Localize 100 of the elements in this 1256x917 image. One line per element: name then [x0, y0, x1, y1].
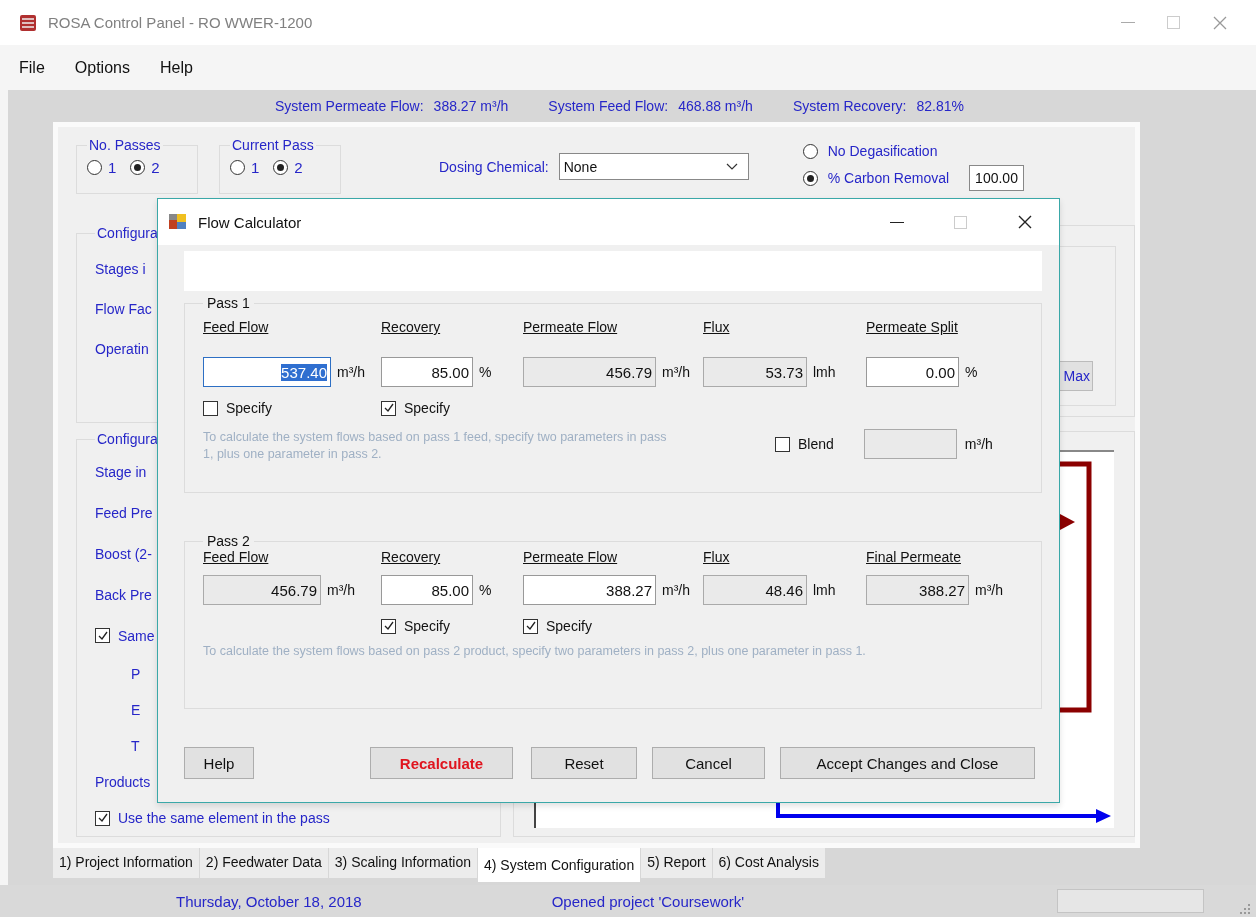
radio-label: 1 [108, 159, 117, 176]
checkbox[interactable] [523, 618, 538, 634]
value-field: 48.46 [703, 575, 807, 605]
unit-label: m³/h [964, 436, 993, 452]
unit-label: lmh [813, 582, 836, 598]
radio-button[interactable] [273, 160, 289, 175]
value-field[interactable]: 85.00 [381, 357, 473, 387]
column-heading: Permeate Flow [523, 549, 618, 565]
unit-label: m³/h [662, 364, 690, 380]
unit-label: m³/h [975, 582, 1003, 598]
dialog-button[interactable]: Accept Changes and Close [780, 747, 1035, 779]
chevron-down-icon [725, 162, 738, 171]
hint-text: To calculate the system flows based on pass 1 feed, specify two parameters in pass 1, plus one parameter in pass 2. [203, 429, 668, 463]
checkbox[interactable] [95, 810, 110, 826]
group-title: Current Pass [231, 137, 315, 153]
radio-button[interactable] [87, 160, 102, 175]
group-title: Configura [96, 225, 159, 241]
value-field[interactable]: 0.00 [866, 357, 959, 387]
field-label: Stage in [95, 463, 147, 480]
value-field[interactable]: 388.27 [523, 575, 656, 605]
dosing-dropdown[interactable]: None [558, 153, 749, 180]
value-field[interactable]: 100.00 [969, 165, 1024, 191]
field-label: Products [95, 774, 151, 790]
tab[interactable]: 6) Cost Analysis [712, 848, 826, 878]
field-label: E [131, 702, 141, 718]
checkbox[interactable] [775, 436, 790, 452]
summary-label: System Recovery: [792, 98, 907, 114]
status-date: Thursday, October 18, 2018 [176, 892, 362, 910]
checkbox-label: Specify [404, 400, 450, 416]
field-label: Operatin [95, 341, 149, 357]
checkbox[interactable] [95, 628, 110, 643]
app-icon [18, 12, 38, 33]
field-label: Flow Fac [95, 301, 152, 317]
field-label: Feed Pre [95, 504, 153, 521]
checkbox-label: Blend [798, 436, 834, 452]
value-field: 456.79 [523, 357, 656, 387]
value-field: 456.79 [203, 575, 321, 605]
group-title: No. Passes [88, 137, 162, 153]
radio-label: % Carbon Removal [827, 170, 950, 186]
tab[interactable]: 1) Project Information [53, 848, 200, 878]
close-button[interactable] [1017, 214, 1033, 230]
unit-label: % [965, 364, 978, 380]
column-heading: Feed Flow [203, 549, 269, 565]
column-heading: Final Permeate [866, 549, 961, 565]
checkbox-label: Specify [404, 618, 450, 634]
tab[interactable]: 3) Scaling Information [328, 848, 478, 878]
hint-text: To calculate the system flows based on pass 2 product, specify two parameters in pass 2, plus one parameter in pass 1. [203, 643, 867, 660]
column-heading: Recovery [381, 549, 441, 565]
checkbox[interactable] [381, 618, 396, 634]
value-field[interactable]: 537.40 [203, 357, 331, 387]
radio-button[interactable] [230, 160, 245, 175]
checkbox-label: Same [118, 627, 155, 644]
calculator-icon [168, 213, 188, 231]
checkbox[interactable] [381, 400, 396, 416]
menu-item[interactable]: Help [156, 56, 196, 79]
unit-label: % [479, 364, 492, 380]
unit-label: m³/h [327, 582, 355, 598]
unit-label: m³/h [662, 582, 690, 598]
column-heading: Permeate Flow [523, 319, 618, 335]
radio-label: 2 [294, 159, 303, 176]
tab[interactable]: 4) System Configuration [478, 848, 642, 882]
group-title: Pass 2 [206, 533, 251, 549]
value-field: 53.73 [703, 357, 807, 387]
radio-label: 2 [151, 159, 160, 176]
dialog-title: Flow Calculator [198, 213, 302, 231]
field-label: Stages i [95, 261, 146, 277]
summary-value: 468.88 m³/h [678, 98, 753, 114]
group-title: Pass 1 [206, 295, 251, 311]
field-label: T [131, 738, 140, 754]
menu-item[interactable]: File [16, 56, 48, 79]
group-title: Configura [96, 431, 159, 447]
column-heading: Flux [703, 549, 730, 565]
value-field: 388.27 [866, 575, 969, 605]
column-heading: Permeate Split [866, 319, 958, 335]
radio-label: No Degasification [827, 143, 938, 159]
radio-button[interactable] [130, 160, 146, 175]
radio-button[interactable] [802, 143, 818, 159]
field-label: Back Pre [95, 586, 152, 603]
dialog-button[interactable]: Help [184, 747, 254, 779]
column-heading: Recovery [381, 319, 441, 335]
dialog-button[interactable]: Reset [531, 747, 637, 779]
minimize-button[interactable] [890, 221, 904, 223]
menu-item[interactable]: Options [71, 56, 133, 79]
checkbox[interactable] [203, 400, 218, 416]
summary-label: System Feed Flow: [548, 98, 669, 114]
dialog-button[interactable]: Cancel [652, 747, 765, 779]
dialog-button[interactable]: Recalculate [370, 747, 513, 779]
checkbox-label: Specify [226, 400, 272, 416]
resize-grip-icon [1240, 904, 1250, 914]
field-label: Dosing Chemical: [439, 158, 549, 175]
tab[interactable]: 2) Feedwater Data [199, 848, 329, 878]
value-field[interactable]: 85.00 [381, 575, 473, 605]
unit-label: % [479, 582, 492, 598]
radio-button[interactable] [802, 170, 818, 186]
window-title: ROSA Control Panel - RO WWER-1200 [48, 14, 313, 31]
unit-label: lmh [813, 364, 836, 380]
tab[interactable]: 5) Report [641, 848, 713, 878]
summary-value: 82.81% [916, 98, 964, 114]
field-label: P [131, 666, 141, 682]
field-label: Boost (2- [95, 545, 152, 562]
